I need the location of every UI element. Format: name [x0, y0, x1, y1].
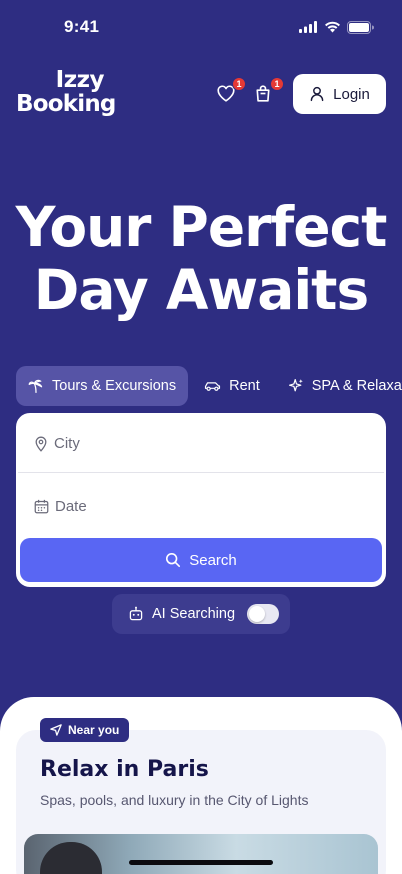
hero-line2: Day Awaits	[33, 258, 369, 322]
cart-button[interactable]: 1	[252, 77, 284, 108]
wifi-icon	[325, 21, 340, 33]
hero-title: Your Perfect Day Awaits	[0, 196, 402, 322]
brand-line1: Izzy	[55, 67, 105, 93]
sparkles-icon	[288, 379, 303, 392]
building-silhouette	[40, 842, 102, 874]
near-card-subtitle: Spas, pools, and luxury in the City of L…	[40, 792, 309, 808]
tab-tours-excursions[interactable]: Tours & Excursions	[16, 366, 189, 406]
shopping-bag-icon	[256, 85, 270, 102]
near-you-badge-label: Near you	[68, 723, 120, 737]
login-button[interactable]: Login	[293, 74, 386, 114]
favorites-count-badge: 1	[232, 77, 246, 91]
brand-logo[interactable]: Izzy Booking	[16, 67, 116, 117]
search-button[interactable]: Search	[20, 538, 382, 582]
near-you-badge: Near you	[40, 718, 130, 742]
location-pin-icon	[35, 436, 47, 452]
city-field[interactable]: City	[18, 415, 384, 473]
status-time: 9:41	[64, 17, 100, 36]
login-label: Login	[333, 85, 370, 103]
tab-spa-relaxation[interactable]: SPA & Relaxation	[276, 366, 402, 406]
city-placeholder: City	[54, 435, 80, 452]
palm-tree-icon	[28, 379, 43, 394]
header: Izzy Booking 1 1 Login	[0, 60, 402, 130]
ai-searching-toggle[interactable]	[247, 604, 280, 624]
favorites-button[interactable]: 1	[214, 77, 246, 108]
search-button-label: Search	[189, 551, 237, 569]
status-bar: 9:41	[0, 0, 402, 54]
cart-count-badge: 1	[270, 77, 284, 91]
date-field[interactable]: Date	[18, 477, 384, 535]
tab-label: Rent	[229, 378, 260, 394]
tab-label: Tours & Excursions	[52, 378, 177, 394]
near-card-title: Relax in Paris	[40, 757, 209, 782]
date-placeholder: Date	[55, 497, 87, 515]
paris-photo[interactable]	[24, 834, 378, 874]
calendar-icon	[34, 499, 49, 513]
category-tabs: Tours & Excursions Rent SPA & Relaxation	[16, 366, 402, 406]
status-icons	[299, 20, 374, 34]
search-card: City Date Search	[16, 413, 386, 587]
tab-rent[interactable]: Rent	[192, 366, 272, 406]
robot-icon	[129, 606, 143, 621]
search-icon	[166, 552, 181, 568]
navigation-arrow-icon	[50, 724, 62, 736]
home-indicator	[129, 860, 273, 865]
tab-label: SPA & Relaxation	[311, 378, 402, 394]
hero-line1: Your Perfect	[15, 195, 388, 259]
brand-line2: Booking	[16, 91, 116, 117]
user-icon	[310, 86, 324, 102]
battery-icon	[347, 20, 374, 34]
ai-searching-label: AI Searching	[152, 606, 236, 622]
ai-searching-row: AI Searching	[112, 594, 290, 634]
cellular-signal-icon	[299, 21, 317, 33]
car-icon	[205, 382, 221, 391]
